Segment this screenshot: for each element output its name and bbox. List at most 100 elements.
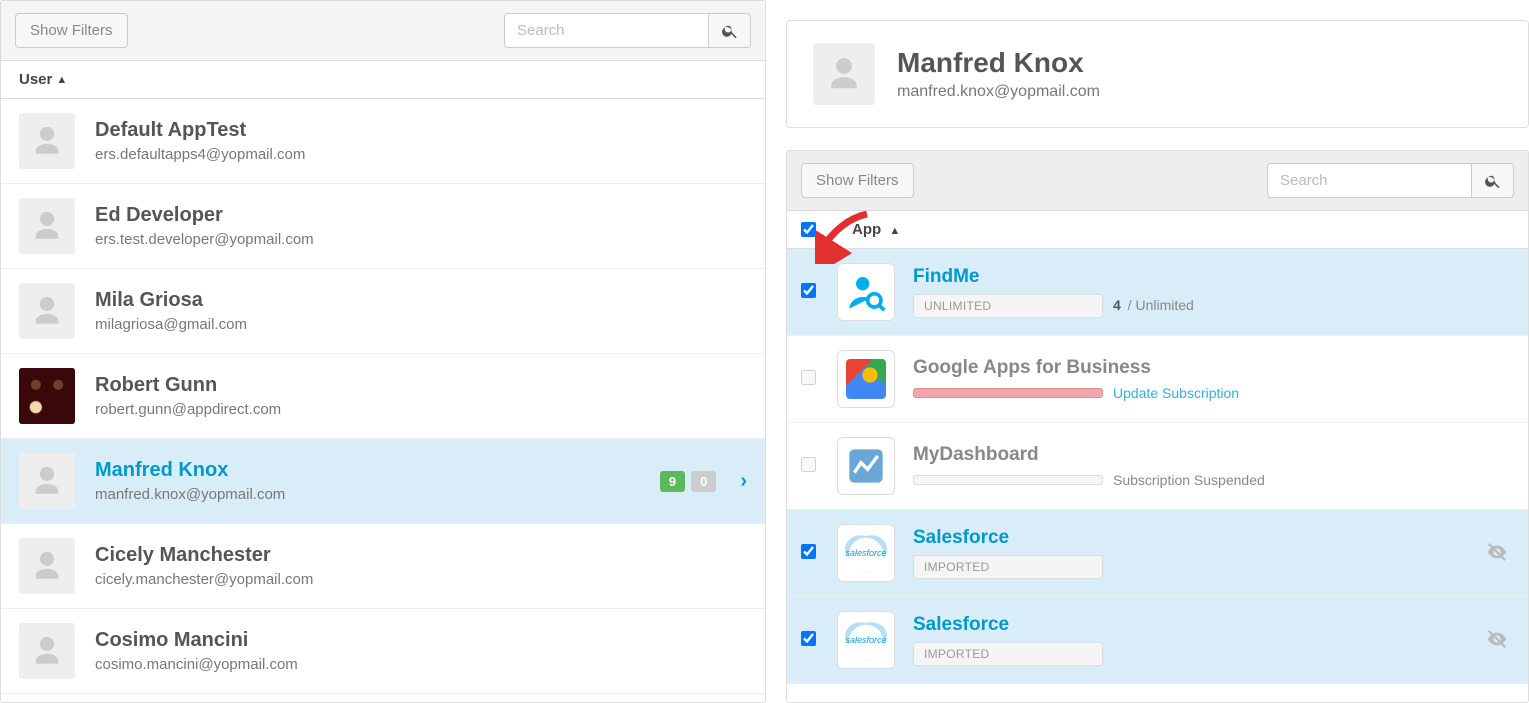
user-row[interactable]: Ed Developer ers.test.developer@yopmail.c… — [1, 184, 765, 269]
user-info: Mila Griosamilagriosa@gmail.com — [95, 289, 747, 333]
apps-show-filters-button[interactable]: Show Filters — [801, 163, 914, 198]
apps-panel: Show Filters App ▲ FindMe UNLIMITED 4 / Un… — [786, 150, 1529, 703]
app-checkbox-cell — [801, 457, 819, 475]
avatar — [19, 623, 75, 679]
user-name: Ed Developer — [95, 204, 747, 227]
chevron-right-icon: › — [740, 470, 747, 493]
select-all-checkbox[interactable] — [801, 222, 816, 237]
user-name: Cosimo Mancini — [95, 629, 747, 652]
app-checkbox-cell — [801, 370, 819, 388]
user-info: Default AppTest ers.defaultapps4@yopmail.… — [95, 119, 747, 163]
avatar — [19, 113, 75, 169]
user-info: Robert Gunn robert.gunn@appdirect.com — [95, 374, 747, 418]
user-row[interactable]: Default AppTest ers.defaultapps4@yopmail.… — [1, 99, 765, 184]
app-status-pill: UNLIMITED — [913, 294, 1103, 318]
app-icon — [837, 350, 895, 408]
users-column-header[interactable]: User ▲ — [1, 61, 765, 99]
detail-panel: Manfred Knox manfred.knox@yopmail.com Sh… — [766, 0, 1529, 703]
search-icon — [1484, 172, 1502, 190]
apps-column-label[interactable]: App ▲ — [852, 221, 900, 238]
user-email: robert.gunn@appdirect.com — [95, 401, 747, 418]
avatar — [19, 453, 75, 509]
avatar — [19, 198, 75, 254]
user-row[interactable]: Mila Griosamilagriosa@gmail.com — [1, 269, 765, 354]
user-email: ers.test.developer@yopmail.com — [95, 231, 747, 248]
avatar — [19, 283, 75, 339]
app-status-pill — [913, 475, 1103, 485]
user-row[interactable]: Manfred Knox manfred.knox@yopmail.com90 › — [1, 439, 765, 524]
user-email: cosimo.mancini@yopmail.com — [95, 656, 747, 673]
user-email: cicely.manchester@yopmail.com — [95, 571, 747, 588]
app-body: FindMe UNLIMITED 4 / Unlimited — [913, 266, 1514, 318]
app-usage: 4 / Unlimited — [1113, 297, 1194, 313]
app-status-text: Subscription Suspended — [1113, 472, 1265, 488]
app-icon — [837, 437, 895, 495]
badge-pending: 0 — [691, 471, 716, 492]
profile-card: Manfred Knox manfred.knox@yopmail.com — [786, 20, 1529, 128]
app-name: Google Apps for Business — [913, 357, 1514, 379]
user-name: Default AppTest — [95, 119, 747, 142]
app-checkbox-cell — [801, 283, 819, 301]
app-name: Salesforce — [913, 527, 1468, 549]
user-name: Robert Gunn — [95, 374, 747, 397]
apps-search-input[interactable] — [1267, 163, 1472, 198]
app-body: Salesforce IMPORTED — [913, 614, 1468, 666]
apps-search-button[interactable] — [1472, 163, 1514, 198]
user-info: Cicely Manchestercicely.manchester@yopma… — [95, 544, 747, 588]
app-checkbox[interactable] — [801, 631, 816, 646]
profile-email: manfred.knox@yopmail.com — [897, 83, 1100, 101]
user-row[interactable]: Cicely Manchestercicely.manchester@yopma… — [1, 524, 765, 609]
search-icon — [721, 22, 739, 40]
apps-column-header: App ▲ — [787, 210, 1528, 249]
user-info: Manfred Knox manfred.knox@yopmail.com — [95, 459, 660, 503]
visibility-off-icon[interactable] — [1486, 541, 1508, 566]
app-status-pill — [913, 388, 1103, 398]
profile-name: Manfred Knox — [897, 47, 1100, 79]
app-icon — [837, 611, 895, 669]
user-info: Ed Developer ers.test.developer@yopmail.c… — [95, 204, 747, 248]
app-checkbox[interactable] — [801, 370, 816, 385]
app-body: MyDashboard Subscription Suspended — [913, 444, 1514, 488]
user-name: Mila Griosa — [95, 289, 747, 312]
app-name: Salesforce — [913, 614, 1468, 636]
users-list[interactable]: Default AppTest ers.defaultapps4@yopmail.… — [1, 99, 765, 702]
app-row[interactable]: Salesforce IMPORTED — [787, 597, 1528, 684]
app-checkbox-cell — [801, 631, 819, 649]
apps-toolbar: Show Filters — [787, 151, 1528, 210]
users-panel: Show Filters User ▲ Default AppTest ers.d… — [0, 0, 766, 703]
app-action-link[interactable]: Update Subscription — [1113, 385, 1239, 401]
app-checkbox[interactable] — [801, 457, 816, 472]
profile-info: Manfred Knox manfred.knox@yopmail.com — [897, 47, 1100, 101]
app-row[interactable]: SalesforceIMPORTED — [787, 510, 1528, 597]
app-name: FindMe — [913, 266, 1514, 288]
search-button[interactable] — [709, 13, 751, 48]
app-checkbox-cell — [801, 544, 819, 562]
user-row[interactable]: Cosimo Mancini cosimo.mancini@yopmail.com — [1, 609, 765, 694]
app-checkbox[interactable] — [801, 544, 816, 559]
users-toolbar: Show Filters — [1, 1, 765, 61]
apps-search — [1267, 163, 1514, 198]
app-body: SalesforceIMPORTED — [913, 527, 1468, 579]
app-row[interactable]: MyDashboard Subscription Suspended — [787, 423, 1528, 510]
apps-list[interactable]: FindMe UNLIMITED 4 / Unlimited Google Apps … — [787, 249, 1528, 702]
visibility-off-icon[interactable] — [1486, 628, 1508, 653]
show-filters-button[interactable]: Show Filters — [15, 13, 128, 48]
user-email: ers.defaultapps4@yopmail.com — [95, 146, 747, 163]
user-row[interactable]: Robert Gunn robert.gunn@appdirect.com — [1, 354, 765, 439]
app-row[interactable]: FindMe UNLIMITED 4 / Unlimited — [787, 249, 1528, 336]
avatar — [19, 368, 75, 424]
sort-asc-icon: ▲ — [889, 225, 900, 237]
app-name: MyDashboard — [913, 444, 1514, 466]
app-status-pill: IMPORTED — [913, 642, 1103, 666]
app-body: Google Apps for Business Update Subscript… — [913, 357, 1514, 401]
user-badges: 90 — [660, 471, 716, 492]
user-email: manfred.knox@yopmail.com — [95, 486, 660, 503]
users-search — [504, 13, 751, 48]
app-row[interactable]: Google Apps for Business Update Subscript… — [787, 336, 1528, 423]
avatar — [19, 538, 75, 594]
app-icon — [837, 524, 895, 582]
sort-asc-icon: ▲ — [56, 74, 67, 86]
app-checkbox[interactable] — [801, 283, 816, 298]
search-input[interactable] — [504, 13, 709, 48]
user-name: Manfred Knox — [95, 459, 660, 482]
